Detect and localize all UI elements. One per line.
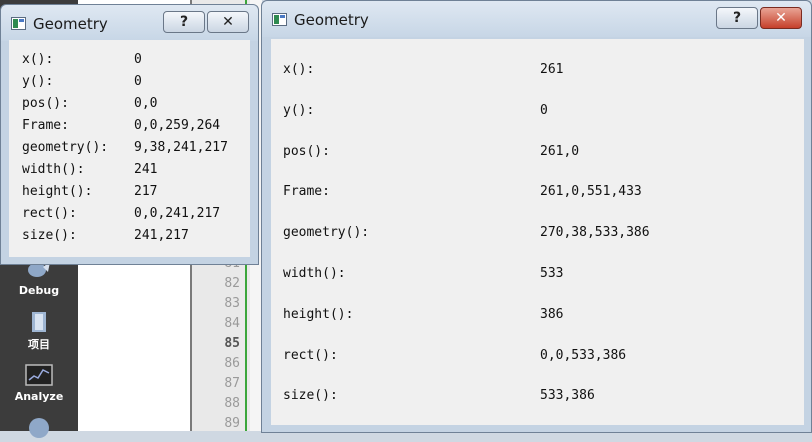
geometry-key-label: size(): xyxy=(22,228,77,243)
geometry-key-label: y(): xyxy=(283,102,315,118)
current-line-number: 85 xyxy=(224,336,240,351)
geometry-key-label: rect(): xyxy=(283,347,338,363)
project-mode-label: 项目 xyxy=(28,338,50,351)
geometry-value: 0,0,259,264 xyxy=(134,118,221,133)
window-app-icon xyxy=(11,17,26,30)
analyze-mode-button[interactable]: Analyze xyxy=(0,364,78,403)
small-geometry-window: Geometry ? ✕ x(): 0 y(): 0 pos(): 0,0 Frame: 0,… xyxy=(0,4,259,265)
geometry-key-label: size(): xyxy=(283,388,338,404)
geometry-value: 261 xyxy=(540,62,564,77)
geometry-value: 241 xyxy=(134,162,158,177)
geometry-value: 0 xyxy=(134,52,142,67)
analyze-mode-label: Analyze xyxy=(14,390,64,403)
small-window-close-button[interactable]: ✕ xyxy=(207,11,249,33)
geometry-key-label: Frame: xyxy=(22,118,69,133)
analyze-icon xyxy=(25,364,53,386)
geometry-key-label: width(): xyxy=(22,162,85,177)
geometry-value: 9,38,241,217 xyxy=(134,140,228,155)
line-number: 86 xyxy=(224,356,240,371)
large-window-close-button[interactable]: ✕ xyxy=(760,7,802,29)
large-geometry-window: Geometry ? ✕ x(): 261 y(): 0 pos(): 261,0 Fram… xyxy=(261,0,812,433)
project-mode-button[interactable]: 项目 xyxy=(0,310,78,352)
geometry-value: 0 xyxy=(134,74,142,89)
geometry-value: 0,0,533,386 xyxy=(540,347,627,363)
geometry-key-label: y(): xyxy=(22,74,54,89)
geometry-key-label: rect(): xyxy=(22,206,77,221)
line-number: 82 xyxy=(224,276,240,291)
large-window-help-button[interactable]: ? xyxy=(716,7,758,29)
debug-mode-label: Debug xyxy=(18,284,60,297)
geometry-key-label: geometry(): xyxy=(283,225,370,241)
line-number: 83 xyxy=(224,296,240,311)
geometry-key-label: geometry(): xyxy=(22,140,109,155)
geometry-value: 533,386 xyxy=(540,388,595,404)
help-mode-button[interactable] xyxy=(0,416,78,442)
project-icon xyxy=(32,312,46,332)
small-window-client-area: x(): 0 y(): 0 pos(): 0,0 Frame: 0,0,259,264 geom… xyxy=(9,40,250,257)
large-window-titlebar[interactable]: Geometry ? ✕ xyxy=(262,1,811,37)
geometry-value: 270,38,533,386 xyxy=(540,225,650,241)
geometry-value: 0,0 xyxy=(134,96,158,111)
geometry-value: 0,0,241,217 xyxy=(134,206,221,221)
geometry-value: 241,217 xyxy=(134,228,189,243)
geometry-key-label: Frame: xyxy=(283,184,330,200)
geometry-key-label: width(): xyxy=(283,266,346,281)
small-window-titlebar[interactable]: Geometry ? ✕ xyxy=(1,5,258,41)
line-number: 88 xyxy=(224,396,240,411)
geometry-value: 261,0 xyxy=(540,143,580,159)
small-window-help-button[interactable]: ? xyxy=(163,11,205,33)
geometry-value: 0 xyxy=(540,102,548,118)
geometry-key-label: x(): xyxy=(22,52,54,67)
large-window-title: Geometry xyxy=(294,11,369,29)
line-number: 87 xyxy=(224,376,240,391)
geometry-value: 261,0,551,433 xyxy=(540,184,642,200)
geometry-key-label: height(): xyxy=(22,184,93,199)
window-app-icon xyxy=(272,13,287,26)
small-window-title: Geometry xyxy=(33,15,108,33)
line-number: 84 xyxy=(224,316,240,331)
geometry-key-label: x(): xyxy=(283,62,315,77)
geometry-key-label: pos(): xyxy=(22,96,69,111)
large-window-client-area: x(): 261 y(): 0 pos(): 261,0 Frame: 261,0,551,4… xyxy=(271,39,804,425)
geometry-key-label: pos(): xyxy=(283,143,330,159)
line-number: 89 xyxy=(224,416,240,431)
help-icon xyxy=(29,418,49,438)
geometry-value: 386 xyxy=(540,306,564,322)
geometry-value: 533 xyxy=(540,266,564,281)
geometry-value: 217 xyxy=(134,184,158,199)
geometry-key-label: height(): xyxy=(283,306,354,322)
